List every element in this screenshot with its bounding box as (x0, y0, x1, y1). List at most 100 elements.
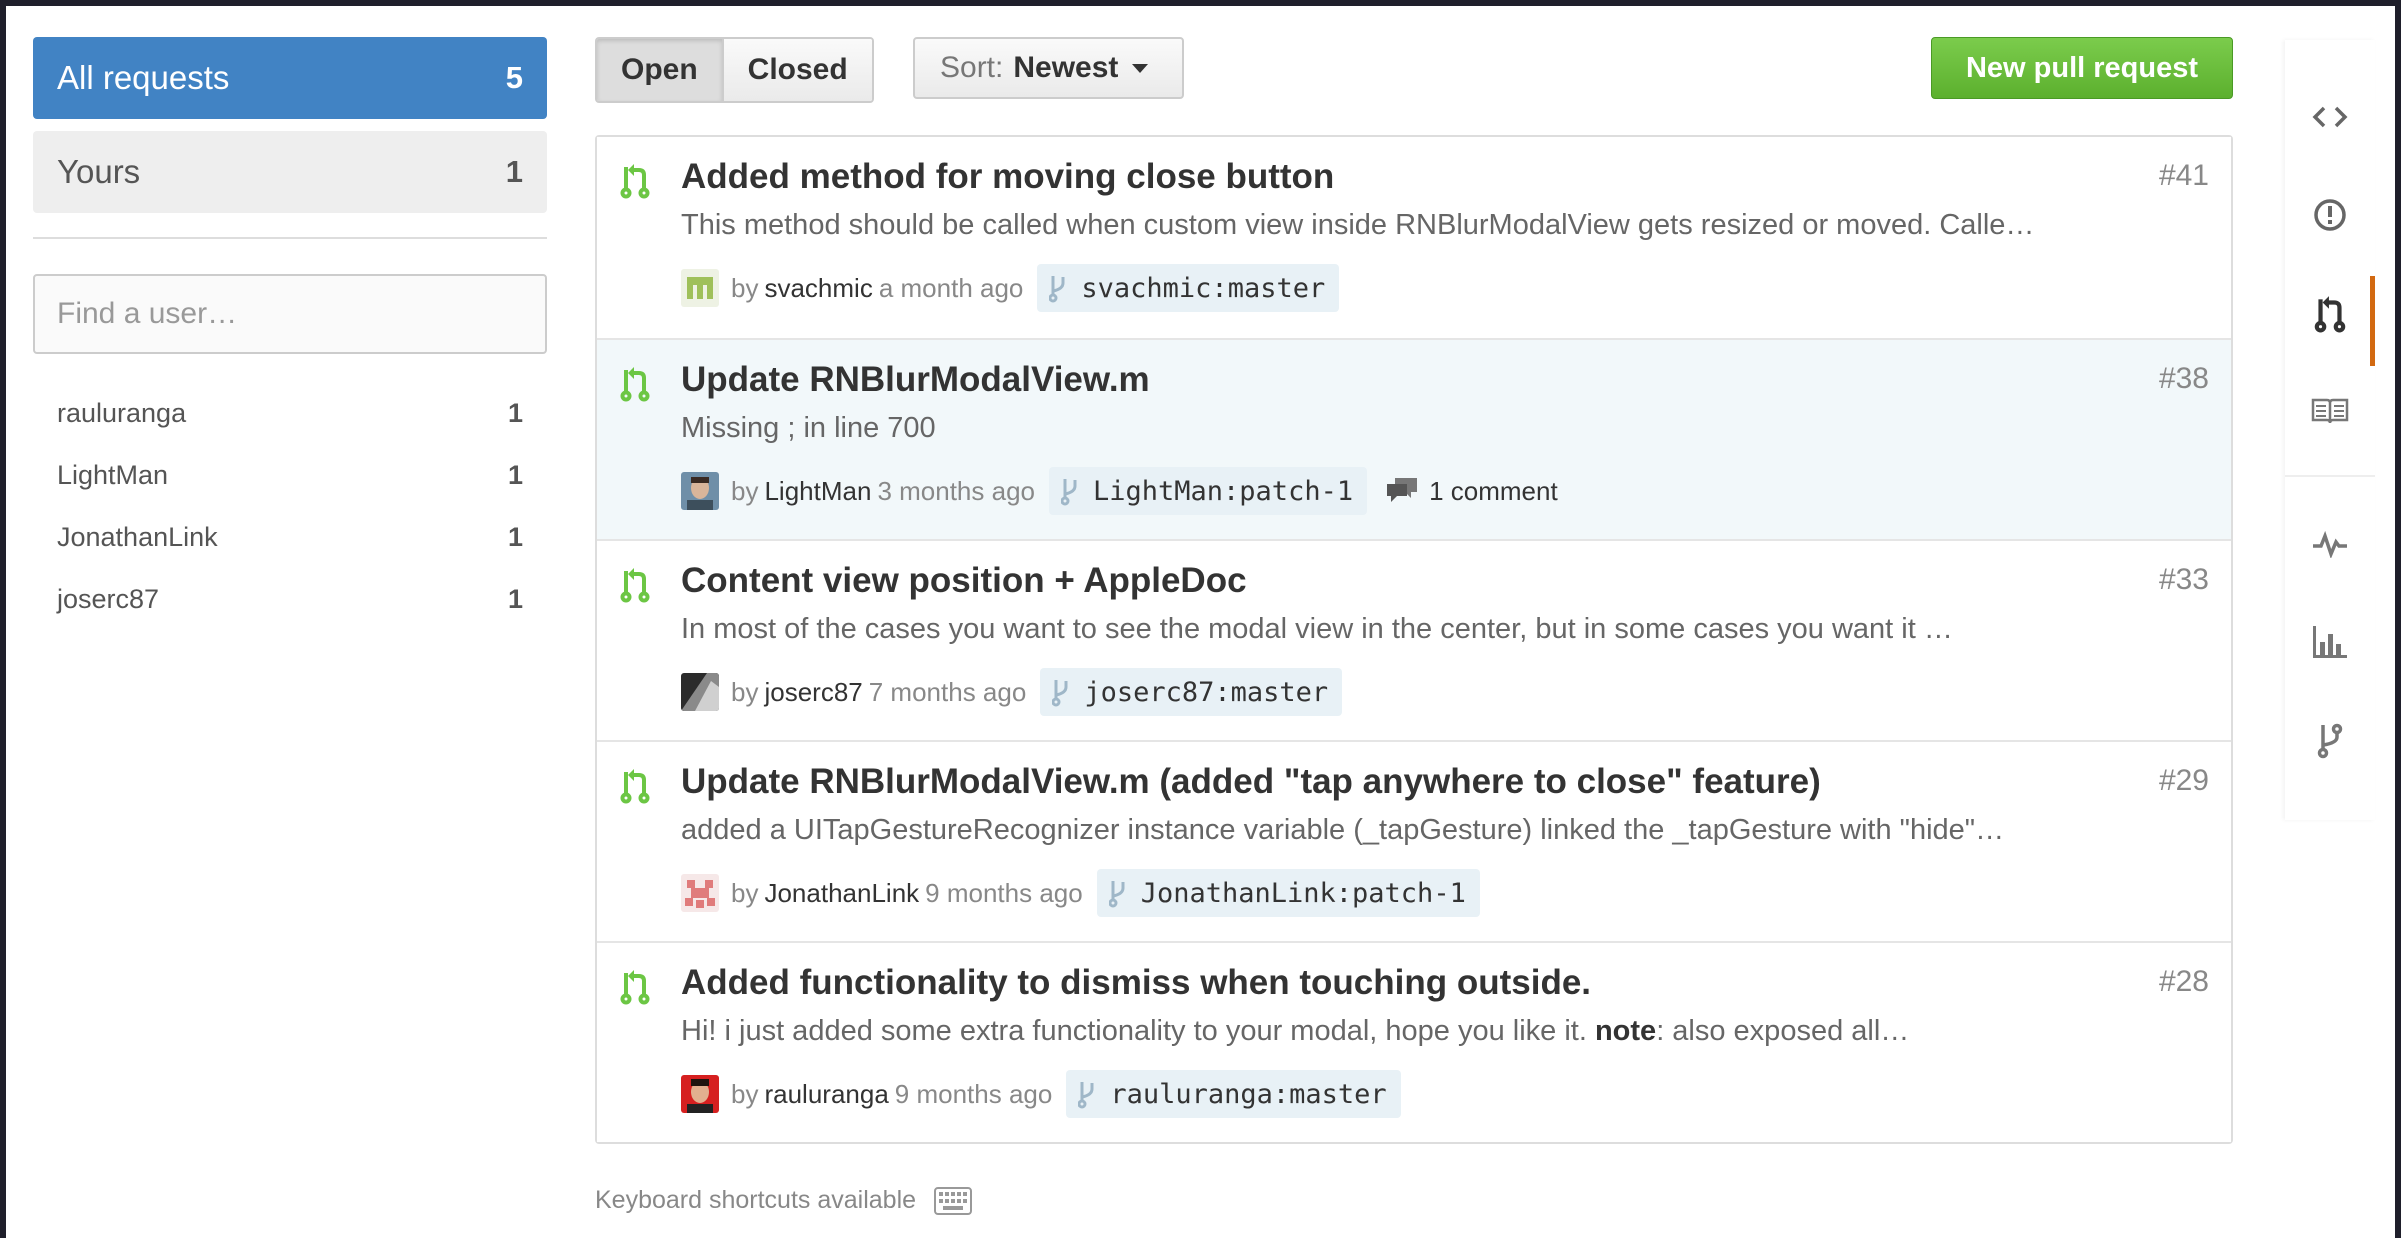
shortcuts-label: Keyboard shortcuts available (595, 1186, 917, 1214)
user-filter-rauluranga[interactable]: rauluranga 1 (33, 382, 547, 444)
network-icon (2317, 723, 2343, 759)
pull-request-icon (620, 769, 650, 804)
nav-graphs[interactable] (2285, 605, 2375, 679)
user-count: 1 (507, 583, 523, 614)
pull-request-icon (620, 367, 650, 402)
branch-name: joserc87:master (1084, 676, 1329, 708)
pr-meta: by svachmic a month ago svachmic:master (681, 263, 1340, 313)
comments-link[interactable]: 1 comment (1385, 476, 1558, 507)
filter-count: 1 (505, 154, 523, 189)
author-link[interactable]: LightMan (764, 476, 871, 507)
nav-code[interactable] (2285, 80, 2375, 154)
desc-text: Hi! i just added some extra functionalit… (681, 1015, 1595, 1047)
user-name: rauluranga (57, 397, 187, 428)
code-icon (2312, 106, 2348, 128)
avatar[interactable] (681, 1075, 719, 1113)
list-item: Added method for moving close button #41… (597, 137, 2231, 338)
author-link[interactable]: JonathanLink (764, 878, 919, 909)
nav-pull-requests[interactable] (2285, 276, 2375, 366)
graphs-icon (2313, 626, 2347, 658)
window-frame (0, 0, 2401, 6)
pr-meta: by LightMan 3 months ago LightMan:patch-… (681, 466, 1558, 516)
pr-title-link[interactable]: Content view position + AppleDoc (681, 561, 1247, 601)
pr-number: #38 (2158, 362, 2209, 395)
pull-request-icon (2314, 296, 2346, 333)
user-filter-joserc87[interactable]: joserc87 1 (33, 568, 547, 630)
branch-label[interactable]: rauluranga:master (1066, 1070, 1401, 1118)
closed-button[interactable]: Closed (721, 39, 872, 101)
branch-icon (1052, 680, 1068, 707)
sort-prefix: Sort: (940, 51, 1004, 84)
branch-icon (1061, 479, 1077, 506)
avatar[interactable] (681, 673, 719, 711)
pr-description: Hi! i just added some extra functionalit… (681, 1015, 2141, 1048)
avatar[interactable] (681, 472, 719, 510)
list-item: Update RNBlurModalView.m #38 Missing ; i… (597, 338, 2231, 539)
filter-all-requests[interactable]: All requests 5 (33, 37, 547, 119)
new-pull-request-button[interactable]: New pull request (1931, 37, 2233, 99)
avatar[interactable] (681, 269, 719, 307)
sidebar-divider (33, 237, 547, 239)
pr-description: This method should be called when custom… (681, 209, 2035, 241)
by-label: by (731, 1078, 759, 1109)
branch-name: svachmic:master (1081, 272, 1326, 304)
pr-description: Missing ; in line 700 (681, 412, 936, 444)
author-link[interactable]: rauluranga (764, 1079, 888, 1110)
chevron-down-icon (1132, 63, 1149, 73)
page: All requests 5 Yours 1 rauluranga 1 Ligh… (0, 0, 2401, 1238)
timestamp: 9 months ago (894, 1078, 1053, 1109)
sidebar: All requests 5 Yours 1 rauluranga 1 Ligh… (33, 37, 547, 630)
avatar[interactable] (681, 874, 719, 912)
pr-title-link[interactable]: Added functionality to dismiss when touc… (681, 963, 1591, 1003)
pr-number: #29 (2158, 764, 2209, 797)
issues-icon (2314, 199, 2346, 231)
pr-title-link[interactable]: Update RNBlurModalView.m (681, 360, 1150, 400)
pull-request-icon (620, 970, 650, 1005)
comment-icon (1387, 478, 1418, 502)
list-item: Content view position + AppleDoc #33 In … (597, 539, 2231, 740)
author-link[interactable]: svachmic (764, 273, 872, 304)
pr-title-link[interactable]: Update RNBlurModalView.m (added "tap any… (681, 762, 1821, 802)
by-label: by (731, 676, 759, 707)
filter-yours[interactable]: Yours 1 (33, 131, 547, 213)
branch-label[interactable]: svachmic:master (1037, 264, 1340, 312)
by-label: by (731, 475, 759, 506)
user-filter-lightman[interactable]: LightMan 1 (33, 444, 547, 506)
branch-name: JonathanLink:patch-1 (1140, 877, 1466, 909)
branch-icon (1108, 881, 1125, 908)
pr-description: added a UITapGestureRecognizer instance … (681, 814, 2005, 846)
nav-network[interactable] (2285, 703, 2375, 777)
author-link[interactable]: joserc87 (764, 677, 862, 708)
by-label: by (731, 877, 759, 908)
timestamp: a month ago (878, 272, 1024, 303)
comments-count: 1 comment (1429, 475, 1558, 506)
branch-icon (1078, 1082, 1094, 1109)
sort-dropdown[interactable]: Sort: Newest (913, 37, 1184, 99)
branch-label[interactable]: joserc87:master (1040, 668, 1343, 716)
pull-request-icon (620, 164, 650, 199)
by-label: by (731, 272, 759, 303)
user-filter-jonathanlink[interactable]: JonathanLink 1 (33, 506, 547, 568)
user-count: 1 (507, 459, 523, 490)
keyboard-shortcuts-link[interactable]: Keyboard shortcuts available (595, 1186, 973, 1215)
pr-number: #41 (2158, 159, 2209, 192)
filter-label: Yours (57, 153, 141, 190)
branch-icon (1049, 276, 1065, 303)
nav-issues[interactable] (2285, 178, 2375, 252)
open-button[interactable]: Open (597, 39, 722, 101)
user-count: 1 (507, 397, 523, 428)
user-name: joserc87 (57, 583, 160, 614)
pull-request-list: Added method for moving close button #41… (595, 135, 2233, 1144)
branch-label[interactable]: LightMan:patch-1 (1049, 467, 1368, 515)
desc-text: : also exposed all… (1656, 1015, 1910, 1047)
timestamp: 7 months ago (868, 676, 1027, 707)
pull-request-icon (620, 568, 650, 603)
nav-pulse[interactable] (2285, 507, 2375, 581)
branch-label[interactable]: JonathanLink:patch-1 (1096, 869, 1480, 917)
nav-wiki[interactable] (2285, 374, 2375, 448)
pr-title-link[interactable]: Added method for moving close button (681, 157, 1334, 197)
pr-number: #28 (2158, 965, 2209, 998)
find-user-input[interactable] (33, 274, 547, 354)
list-item: Update RNBlurModalView.m (added "tap any… (597, 740, 2231, 941)
repo-nav (2285, 40, 2375, 820)
